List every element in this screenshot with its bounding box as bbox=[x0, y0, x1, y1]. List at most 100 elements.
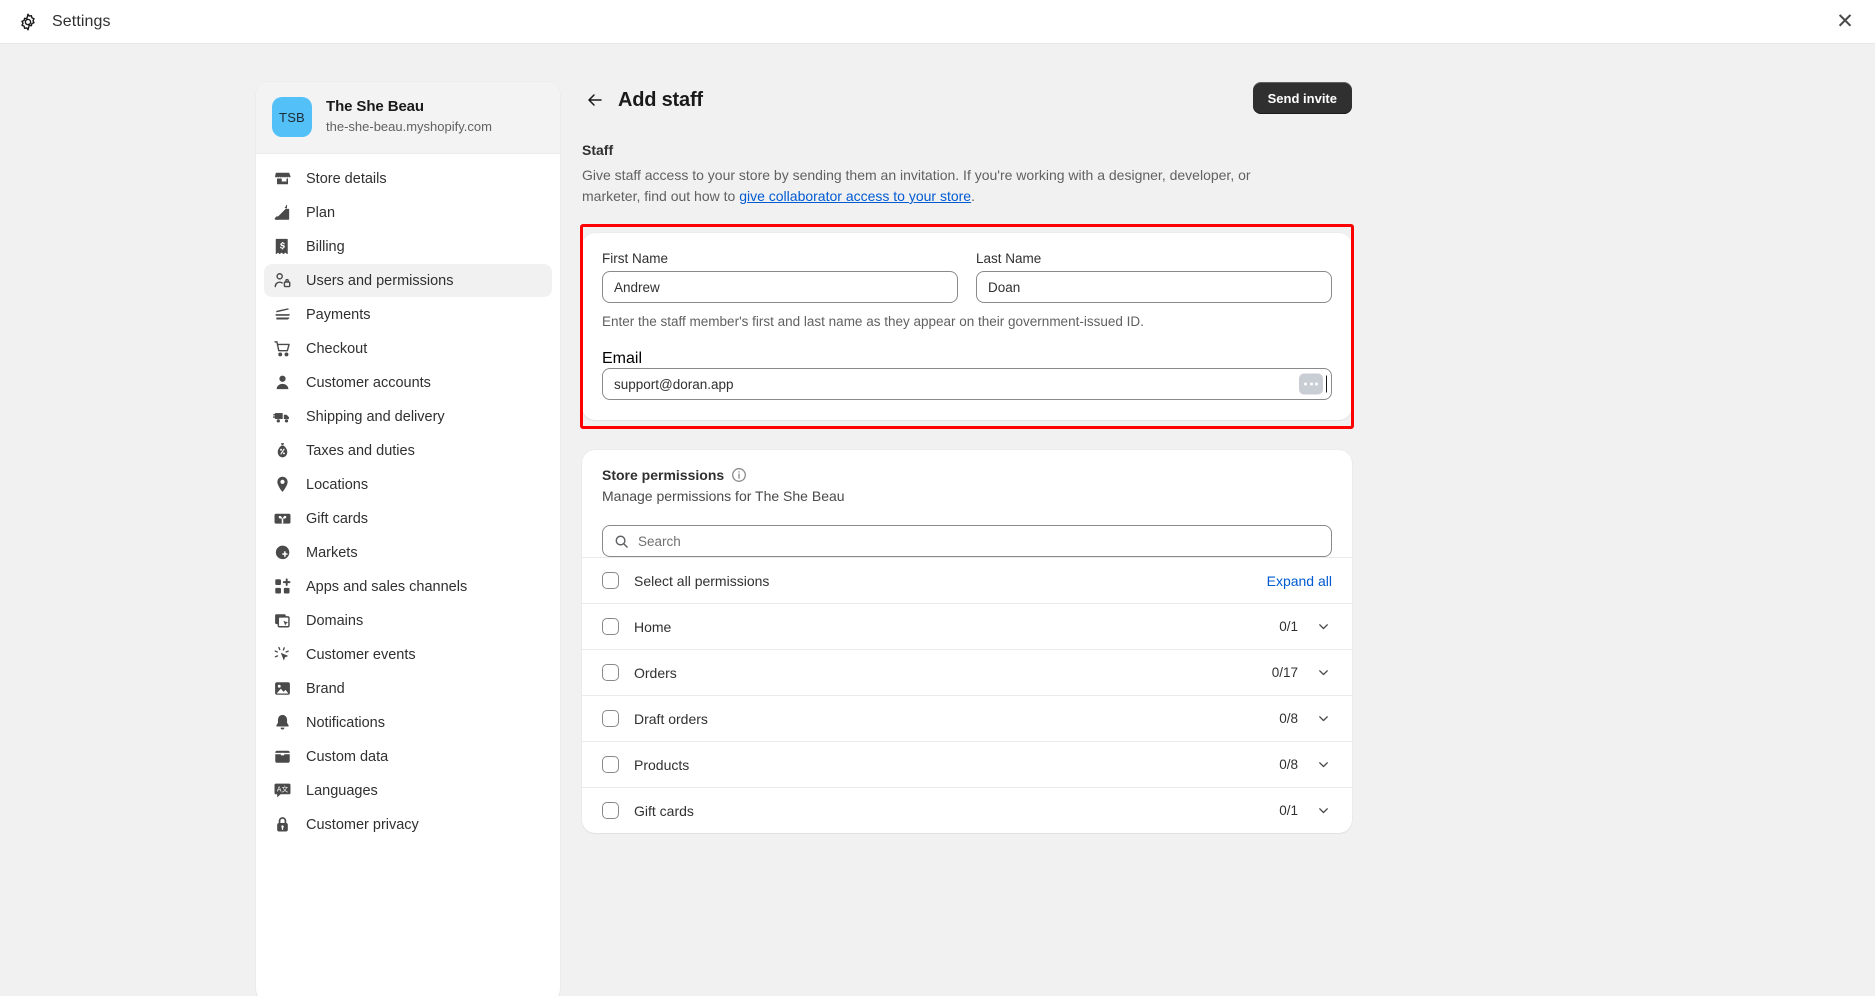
permission-checkbox[interactable] bbox=[602, 618, 619, 635]
sidebar-item-label: Customer accounts bbox=[306, 374, 431, 391]
sidebar-item-apps-and-sales-channels[interactable]: Apps and sales channels bbox=[264, 570, 552, 603]
last-name-input[interactable] bbox=[976, 271, 1332, 303]
sidebar-item-taxes-and-duties[interactable]: Taxes and duties bbox=[264, 434, 552, 467]
lock-icon bbox=[273, 815, 292, 834]
close-icon[interactable]: ✕ bbox=[1833, 10, 1857, 34]
bell-icon bbox=[273, 713, 292, 732]
permission-checkbox[interactable] bbox=[602, 802, 619, 819]
plan-icon bbox=[273, 203, 292, 222]
store-domain: the-she-beau.myshopify.com bbox=[326, 119, 492, 134]
collaborator-access-link[interactable]: give collaborator access to your store bbox=[739, 188, 971, 204]
first-name-input[interactable] bbox=[602, 271, 958, 303]
sidebar-item-store-details[interactable]: Store details bbox=[264, 162, 552, 195]
permission-checkbox[interactable] bbox=[602, 756, 619, 773]
permission-row[interactable]: Products 0/8 bbox=[582, 741, 1352, 787]
chevron-down-icon[interactable] bbox=[1315, 664, 1332, 681]
chevron-down-icon[interactable] bbox=[1315, 618, 1332, 635]
sidebar-item-label: Billing bbox=[306, 238, 345, 255]
sidebar-item-shipping-and-delivery[interactable]: Shipping and delivery bbox=[264, 400, 552, 433]
info-icon[interactable] bbox=[731, 467, 747, 483]
permission-checkbox[interactable] bbox=[602, 664, 619, 681]
sidebar-nav: Store details Plan Billing Users and permis… bbox=[256, 154, 560, 850]
select-all-permissions-row[interactable]: Select all permissions Expand all bbox=[582, 557, 1352, 603]
staff-description: Give staff access to your store by sendi… bbox=[582, 165, 1282, 207]
store-permissions-card: Store permissions Manage permissions for… bbox=[582, 450, 1352, 833]
email-label: Email bbox=[602, 350, 643, 367]
sidebar-item-label: Shipping and delivery bbox=[306, 408, 445, 425]
send-invite-button[interactable]: Send invite bbox=[1252, 82, 1352, 114]
store-header[interactable]: TSB The She Beau the-she-beau.myshopify.… bbox=[256, 82, 560, 154]
sidebar-item-customer-accounts[interactable]: Customer accounts bbox=[264, 366, 552, 399]
sidebar-item-label: Domains bbox=[306, 612, 364, 629]
sidebar-item-label: Markets bbox=[306, 544, 358, 561]
main-content: Add staff Send invite Staff Give staff a… bbox=[580, 82, 1354, 996]
sidebar-item-brand[interactable]: Brand bbox=[264, 672, 552, 705]
sidebar-item-label: Notifications bbox=[306, 714, 385, 731]
sidebar-item-billing[interactable]: Billing bbox=[264, 230, 552, 263]
sidebar-item-label: Users and permissions bbox=[306, 272, 454, 289]
permissions-search[interactable] bbox=[602, 525, 1332, 557]
sidebar-item-label: Custom data bbox=[306, 748, 389, 765]
sidebar-item-plan[interactable]: Plan bbox=[264, 196, 552, 229]
sidebar-item-label: Gift cards bbox=[306, 510, 369, 527]
store-icon bbox=[273, 169, 292, 188]
sidebar-item-custom-data[interactable]: Custom data bbox=[264, 740, 552, 773]
name-help-text: Enter the staff member's first and last … bbox=[602, 314, 1144, 329]
text-caret bbox=[1325, 375, 1327, 393]
sidebar-item-customer-events[interactable]: Customer events bbox=[264, 638, 552, 671]
avatar: TSB bbox=[272, 97, 312, 137]
permission-checkbox[interactable] bbox=[602, 710, 619, 727]
permission-count: 0/17 bbox=[1271, 665, 1298, 680]
permissions-list: Select all permissions Expand all Home 0/… bbox=[582, 557, 1352, 833]
person-icon bbox=[273, 373, 292, 392]
permission-row[interactable]: Home 0/1 bbox=[582, 603, 1352, 649]
sidebar-item-payments[interactable]: Payments bbox=[264, 298, 552, 331]
globe-icon bbox=[273, 543, 292, 562]
permission-label: Draft orders bbox=[634, 710, 708, 727]
select-all-label: Select all permissions bbox=[634, 572, 770, 589]
search-input[interactable] bbox=[638, 533, 1320, 549]
permission-count: 0/8 bbox=[1279, 757, 1298, 772]
sidebar-item-label: Taxes and duties bbox=[306, 442, 415, 459]
staff-heading: Staff bbox=[582, 142, 614, 158]
last-name-label: Last Name bbox=[976, 251, 1042, 266]
permission-row[interactable]: Draft orders 0/8 bbox=[582, 695, 1352, 741]
truck-icon bbox=[273, 407, 292, 426]
store-permissions-title: Store permissions bbox=[602, 467, 725, 483]
chevron-down-icon[interactable] bbox=[1315, 802, 1332, 819]
sidebar-item-checkout[interactable]: Checkout bbox=[264, 332, 552, 365]
arrow-left-icon[interactable] bbox=[582, 87, 608, 113]
sidebar-item-domains[interactable]: Domains bbox=[264, 604, 552, 637]
sidebar-item-label: Languages bbox=[306, 782, 378, 799]
sidebar-item-notifications[interactable]: Notifications bbox=[264, 706, 552, 739]
expand-all-link[interactable]: Expand all bbox=[1267, 573, 1332, 589]
email-input[interactable] bbox=[602, 368, 1332, 400]
sidebar-item-markets[interactable]: Markets bbox=[264, 536, 552, 569]
permission-row[interactable]: Orders 0/17 bbox=[582, 649, 1352, 695]
email-field: Email bbox=[602, 350, 1332, 400]
autofill-dots-icon[interactable] bbox=[1299, 373, 1323, 395]
permission-count: 0/1 bbox=[1279, 619, 1298, 634]
sidebar-item-languages[interactable]: A文 Languages bbox=[264, 774, 552, 807]
sidebar-item-customer-privacy[interactable]: Customer privacy bbox=[264, 808, 552, 841]
chevron-down-icon[interactable] bbox=[1315, 756, 1332, 773]
staff-description-suffix: . bbox=[971, 188, 975, 204]
settings-sidebar: TSB The She Beau the-she-beau.myshopify.… bbox=[256, 82, 560, 996]
apps-icon bbox=[273, 577, 292, 596]
staff-form-highlight: First Name Last Name Enter the staff mem… bbox=[580, 224, 1354, 429]
select-all-checkbox[interactable] bbox=[602, 572, 619, 589]
languages-icon: A文 bbox=[273, 781, 292, 800]
sidebar-item-users-and-permissions[interactable]: Users and permissions bbox=[264, 264, 552, 297]
permission-row[interactable]: Gift cards 0/1 bbox=[582, 787, 1352, 833]
svg-text:A文: A文 bbox=[277, 785, 289, 794]
store-permissions-subtitle: Manage permissions for The She Beau bbox=[602, 488, 845, 504]
chevron-down-icon[interactable] bbox=[1315, 710, 1332, 727]
sidebar-item-label: Locations bbox=[306, 476, 369, 493]
permission-label: Orders bbox=[634, 664, 677, 681]
permission-count: 0/8 bbox=[1279, 711, 1298, 726]
page-title: Add staff bbox=[618, 88, 703, 111]
sidebar-item-gift-cards[interactable]: Gift cards bbox=[264, 502, 552, 535]
sidebar-item-locations[interactable]: Locations bbox=[264, 468, 552, 501]
page-shell: TSB The She Beau the-she-beau.myshopify.… bbox=[0, 44, 1875, 996]
permission-label: Products bbox=[634, 756, 690, 773]
